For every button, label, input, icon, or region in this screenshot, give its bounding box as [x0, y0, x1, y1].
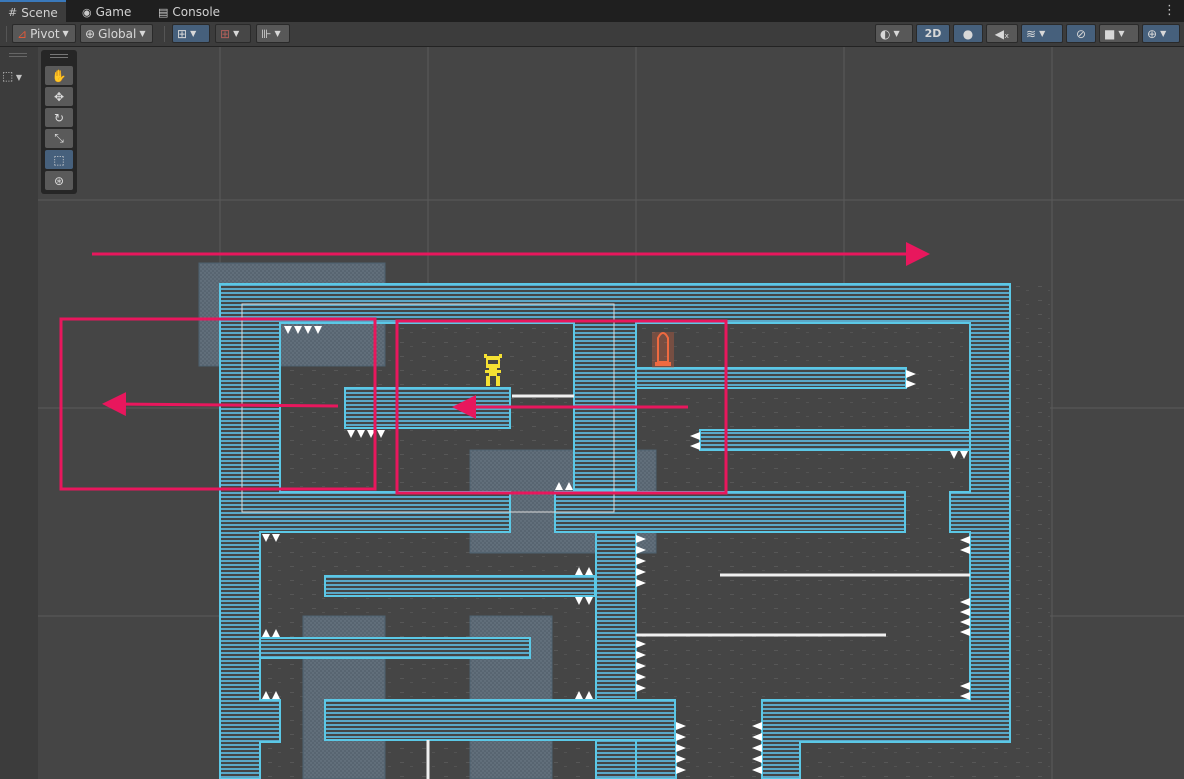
- player-leg: [486, 376, 490, 386]
- chevron-down-icon: ▼: [893, 29, 900, 38]
- global-dropdown[interactable]: ⊕ Global ▼: [80, 24, 153, 43]
- player-visor: [488, 360, 498, 364]
- gamepad-icon: ◉: [82, 5, 92, 19]
- scene-canvas[interactable]: [38, 47, 1184, 779]
- hand-tool-icon[interactable]: ✋: [45, 66, 73, 85]
- chevron-down-icon: ▼: [139, 29, 146, 38]
- chevron-down-icon: ▼: [62, 29, 69, 38]
- chevron-down-icon: ▼: [1118, 29, 1125, 38]
- platform-tile: [635, 367, 907, 389]
- drag-handle[interactable]: [9, 53, 27, 54]
- rotate-tool-icon[interactable]: ↻: [45, 108, 73, 127]
- global-label: Global: [98, 26, 137, 41]
- grid-snap-toggle[interactable]: ⊞ ▼: [172, 24, 210, 43]
- chevron-down-icon: ▼: [1039, 29, 1046, 38]
- player-arm: [497, 370, 501, 373]
- overlay-menu-strip: ⬚ ▼: [0, 47, 38, 779]
- rect-tool-icon[interactable]: ⬚: [45, 150, 73, 169]
- eye-hidden-icon: ⊘: [1075, 26, 1087, 41]
- annotation-arrow-left: [102, 392, 339, 417]
- tab-console[interactable]: ▤ Console: [150, 2, 228, 22]
- layers-icon: ≋: [1026, 26, 1037, 41]
- pillar-tile: [595, 531, 637, 779]
- lightbulb-icon: ●: [962, 26, 974, 41]
- scale-tool-icon[interactable]: ⤡: [45, 129, 73, 148]
- ruler-snap-toggle[interactable]: ⊪ ▼: [256, 24, 290, 43]
- scene-grid-icon: #: [8, 6, 18, 19]
- toolbar-divider: [6, 26, 7, 42]
- more-options-icon[interactable]: ⋮: [1163, 3, 1176, 18]
- tab-scene-label: Scene: [21, 5, 58, 20]
- tab-scene[interactable]: # Scene: [0, 0, 66, 23]
- drag-handle[interactable]: [9, 56, 27, 57]
- lighting-toggle[interactable]: ●: [953, 24, 983, 43]
- drag-handle[interactable]: [50, 57, 68, 58]
- platform-tile: [259, 637, 531, 659]
- rect-select-icon: ⬚: [2, 69, 14, 83]
- drag-handle[interactable]: [50, 54, 68, 55]
- shading-mode-dropdown[interactable]: ◐ ▼: [875, 24, 913, 43]
- ruler-icon: ⊪: [261, 26, 272, 41]
- chevron-down-icon: ▼: [13, 73, 23, 82]
- pivot-dropdown[interactable]: ⊿ Pivot ▼: [12, 24, 76, 43]
- increment-snap-toggle[interactable]: ⊞ ▼: [215, 24, 251, 43]
- transform-tool-icon[interactable]: ⊛: [45, 171, 73, 190]
- audio-mute-icon: ◀ₓ: [994, 26, 1010, 41]
- gizmo-globe-icon: ⊕: [1147, 26, 1158, 41]
- camera-icon: ■: [1104, 26, 1116, 41]
- pillar-tile: [635, 739, 677, 779]
- scene-viewport[interactable]: [38, 47, 1184, 779]
- audio-toggle[interactable]: ◀ₓ: [986, 24, 1018, 43]
- platform-tile: [324, 575, 596, 597]
- grid-snap-icon: ⊞: [177, 26, 188, 41]
- player-ear: [499, 354, 502, 358]
- platform-tile: [699, 429, 971, 451]
- player-ear: [484, 354, 487, 358]
- pivot-label: Pivot: [30, 26, 60, 41]
- visibility-toggle[interactable]: ⊘: [1066, 24, 1096, 43]
- shading-sphere-icon: ◐: [880, 26, 891, 41]
- effects-dropdown[interactable]: ≋ ▼: [1021, 24, 1063, 43]
- player-body: [489, 368, 497, 376]
- 2d-mode-label: 2D: [924, 27, 942, 40]
- tab-console-label: Console: [172, 5, 221, 19]
- 2d-mode-toggle[interactable]: 2D: [916, 24, 950, 43]
- platform-tile: [324, 699, 676, 741]
- editor-tab-bar: # Scene ◉ Game ▤ Console ⋮: [0, 0, 1184, 23]
- snap-increment-icon: ⊞: [220, 26, 231, 41]
- chevron-down-icon: ▼: [233, 29, 240, 38]
- tab-game-label: Game: [95, 5, 132, 19]
- goal-base: [655, 362, 671, 366]
- console-icon: ▤: [158, 5, 169, 19]
- goal-door-sprite: [652, 332, 674, 368]
- globe-icon: ⊕: [85, 26, 96, 41]
- chevron-down-icon: ▼: [274, 29, 281, 38]
- gizmos-dropdown[interactable]: ⊕ ▼: [1142, 24, 1180, 43]
- selection-mode-dropdown[interactable]: ⬚ ▼: [2, 69, 34, 87]
- move-tool-icon[interactable]: ✥: [45, 87, 73, 106]
- player-arm: [485, 370, 489, 373]
- pivot-icon: ⊿: [17, 26, 28, 41]
- player-leg: [496, 376, 500, 386]
- camera-dropdown[interactable]: ■ ▼: [1099, 24, 1139, 43]
- tool-palette: ✋ ✥ ↻ ⤡ ⬚ ⊛: [41, 50, 77, 194]
- toolbar-divider: [164, 26, 165, 42]
- scene-toolbar: ⊿ Pivot ▼ ⊕ Global ▼ ⊞ ▼ ⊞ ▼ ⊪ ▼ ◐ ▼ 2D …: [0, 22, 1184, 47]
- tab-game[interactable]: ◉ Game: [74, 2, 139, 22]
- chevron-down-icon: ▼: [1160, 29, 1167, 38]
- chevron-down-icon: ▼: [190, 29, 197, 38]
